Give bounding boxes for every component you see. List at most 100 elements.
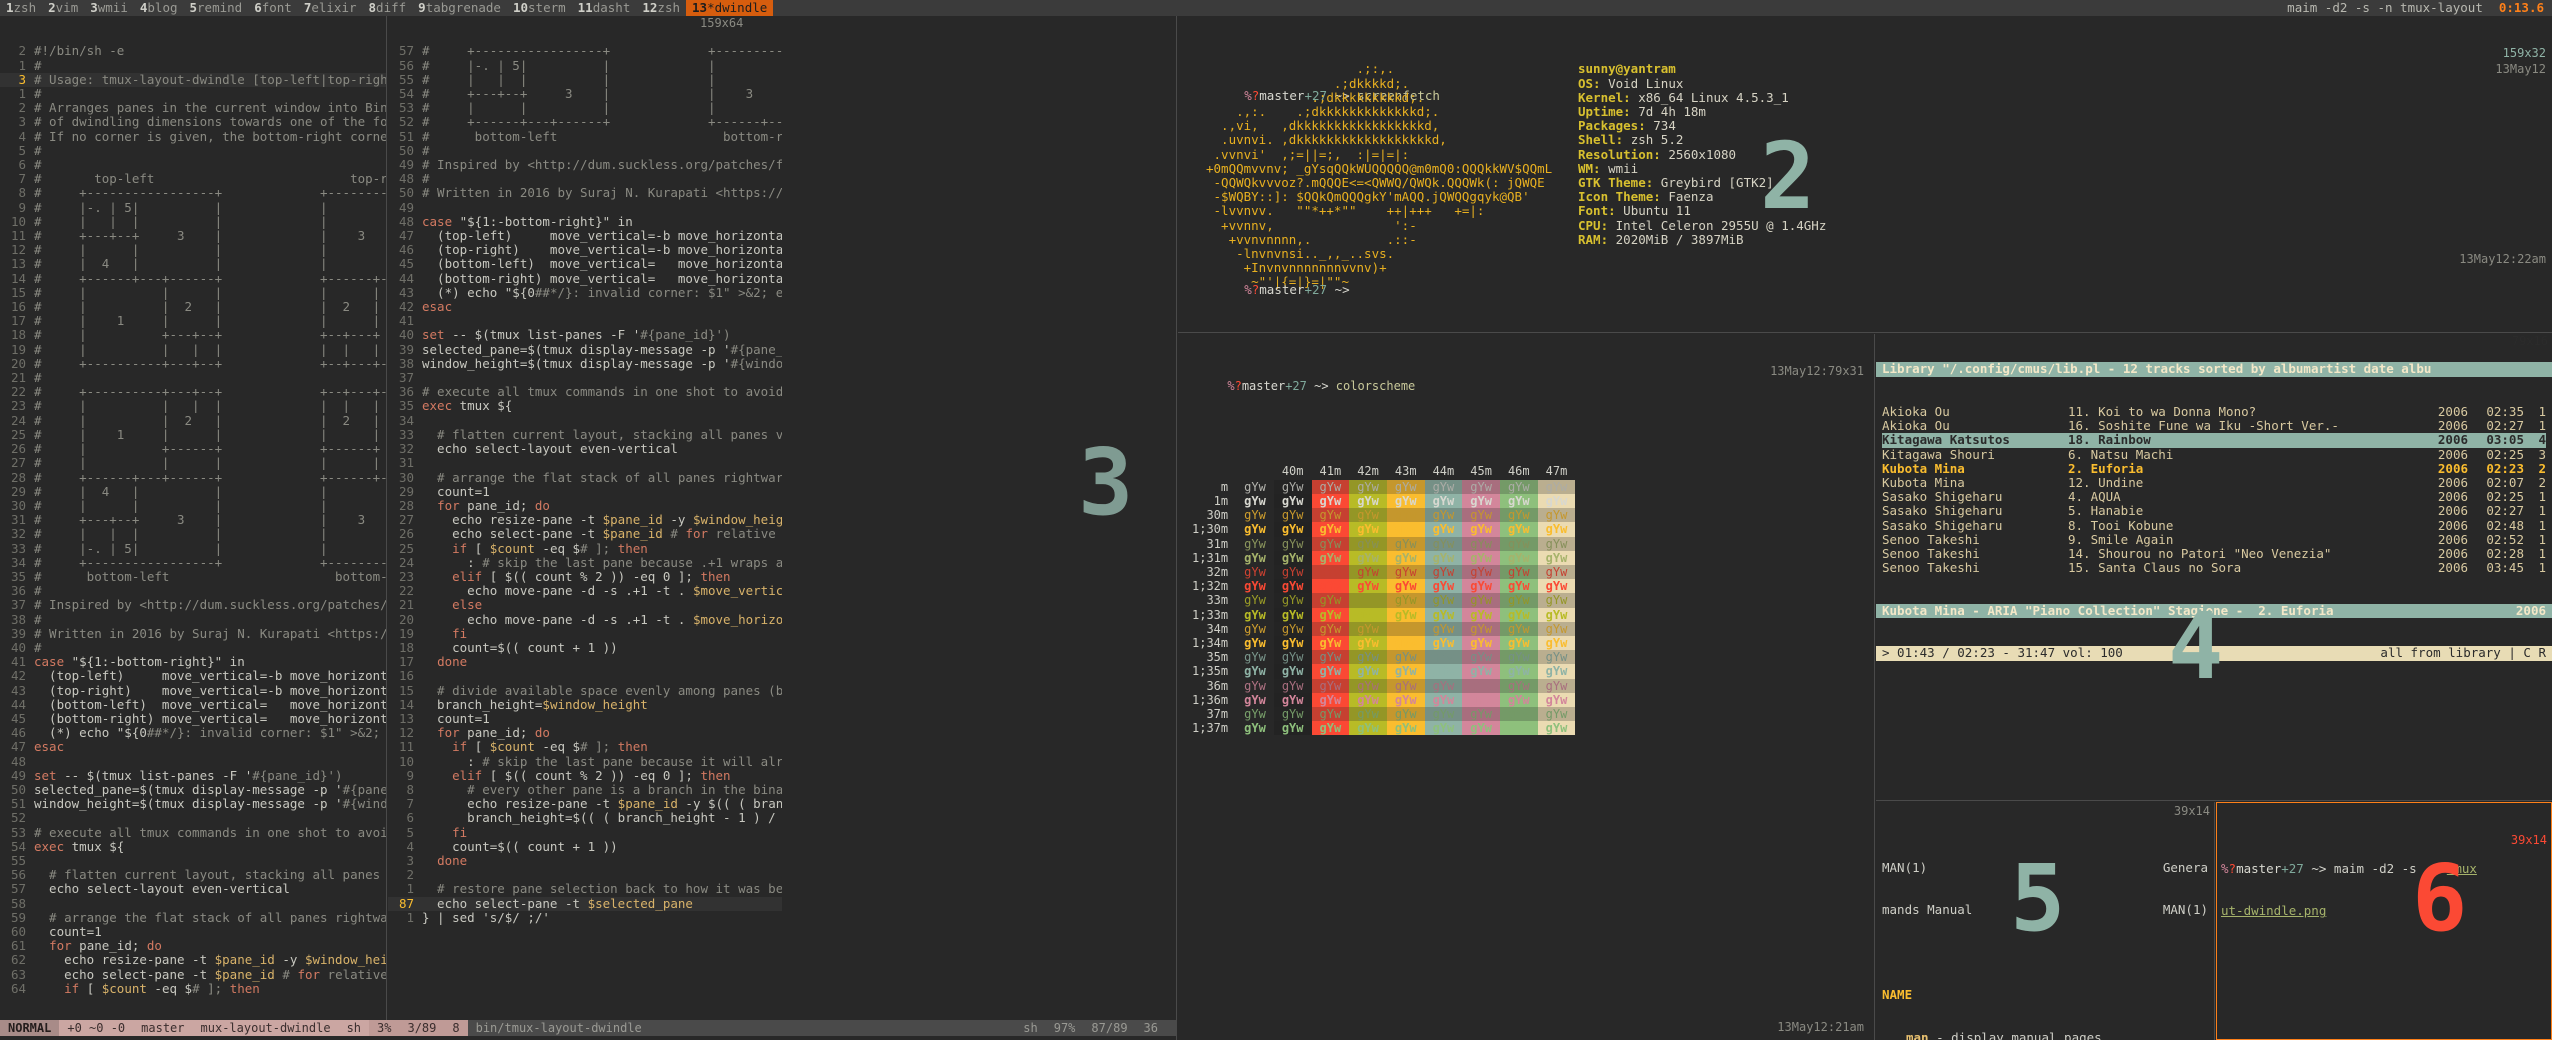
vim-line-number: 42	[10, 668, 26, 684]
tmux-window-1[interactable]: 1zsh	[0, 0, 42, 16]
colorscheme-cell: gYw	[1349, 565, 1387, 580]
tmux-status-bar[interactable]: 1zsh 2vim 3wmii 4blog 5remind 6font 7eli…	[0, 0, 2552, 16]
tmux-window-10[interactable]: 10sterm	[507, 0, 572, 16]
pane-number-watermark-3: 3	[1078, 429, 1134, 536]
cmus-track-list[interactable]: Akioka Ou 11. Koi to wa Donna Mono? 2006 02…	[1876, 404, 2552, 575]
vim-line: 19 fi	[388, 626, 782, 641]
vim-line: 51 # bottom-left bottom-right	[388, 129, 782, 144]
colorscheme-cell: gYw	[1386, 522, 1425, 537]
cmus-track-row[interactable]: Kubota Mina 2. Euforia 2006 02:23 2	[1882, 461, 2546, 476]
vim-line: 45 (bottom-right) move_vertical= move_ho…	[0, 711, 386, 726]
pane-screenfetch[interactable]: %?master+27 ~> screenfetch .;:,. .;dkkkk…	[1178, 16, 2552, 332]
vim-line: 55	[0, 853, 386, 868]
vim-line-number: 18	[398, 639, 414, 655]
pane-separator-5[interactable]	[1876, 800, 2552, 801]
pane-vim-left[interactable]: 2 #!/bin/sh -e 1 #3 # Usage: tmux-layout-dwi…	[0, 16, 386, 1020]
cmus-track-duration: 02:48	[2486, 517, 2524, 533]
vim-line: 49 # Inspired by <http://dum.suckless.org…	[388, 157, 782, 173]
vim-line-number: 15	[10, 284, 26, 300]
tmux-window-8[interactable]: 8diff	[363, 0, 413, 16]
cmus-track-row[interactable]: Senoo Takeshi 9. Smile Again 2006 02:52 1	[1882, 531, 2546, 547]
tmux-window-3[interactable]: 3wmii	[84, 0, 134, 16]
vim-line-number: 58	[10, 895, 26, 911]
vim-line-number: 7	[406, 796, 414, 812]
vim-line-number: 43	[10, 682, 26, 698]
colorscheme-cell: gYw	[1537, 479, 1576, 495]
colorscheme-cell: gYw	[1462, 479, 1500, 495]
colorscheme-cell: gYw	[1311, 707, 1350, 722]
pane-cmus[interactable]: Library "/.config/cmus/lib.pl - 12 track…	[1876, 334, 2552, 800]
vim-line-number: 8	[406, 781, 414, 797]
vim-line-number: 49	[398, 157, 414, 173]
colorscheme-row: 1;36m gYw gYw gYw gYw gYw gYw gYw gYw gYw	[1184, 692, 1576, 708]
pane-maim-active[interactable]: %?master+27 ~> maim -d2 -s -n tmux ut-dw…	[2216, 802, 2552, 1040]
tmux-window-4[interactable]: 4blog	[134, 0, 184, 16]
cmus-track-year: 2006	[2437, 503, 2468, 519]
vim-line: 21 #	[0, 370, 386, 386]
cmus-track-row[interactable]: Sasako Shigeharu 4. AQUA 2006 02:25 1	[1882, 490, 2546, 504]
colorscheme-cell: gYw	[1462, 607, 1500, 622]
colorscheme-cell: gYw	[1424, 621, 1463, 637]
cmus-track-row[interactable]: Kubota Mina 12. Undine 2006 02:07 2	[1882, 475, 2546, 490]
vim-line: 46 (*) echo "${0##*/}: invalid corner: $…	[0, 725, 386, 740]
tmux-window-2[interactable]: 2vim	[42, 0, 84, 16]
cmus-track-artist: Kitagawa Katsutos	[1882, 433, 2010, 448]
cmus-track-row[interactable]: Akioka Ou 16. Soshite Fune wa Iku -Short …	[1882, 419, 2546, 433]
colorscheme-col-header: 47m	[1545, 463, 1568, 478]
cmus-track-row[interactable]: Kitagawa Katsutos 18. Rainbow 2006 03:05 4	[1882, 433, 2546, 448]
vim-line-number: 10	[10, 213, 26, 229]
cmus-track-row[interactable]: Kitagawa Shouri 6. Natsu Machi 2006 02:25 3	[1882, 447, 2546, 462]
tmux-window-12[interactable]: 12zsh	[636, 0, 686, 16]
vim-line-number: 7	[18, 171, 26, 187]
cmus-track-row[interactable]: Senoo Takeshi 14. Shourou no Patori "Neo …	[1882, 546, 2546, 562]
colorscheme-cell: gYw	[1537, 707, 1576, 722]
cmus-track-duration: 02:52	[2486, 531, 2524, 547]
pane-separator-6[interactable]	[2214, 802, 2215, 1040]
fetch-row: RAM: 2020MiB / 3897MiB	[1578, 231, 1744, 247]
colorscheme-cell: gYw	[1311, 621, 1350, 637]
colorscheme-cell: gYw	[1386, 579, 1425, 594]
colorscheme-cell: gYw	[1273, 664, 1312, 679]
colorscheme-cell: gYw	[1462, 678, 1500, 693]
cmus-track-artist: Senoo Takeshi	[1882, 547, 1980, 562]
vim-line: 40 set -- $(tmux list-panes -F '#{pane_id…	[388, 328, 782, 342]
vim-line-number: 21	[10, 370, 26, 386]
vim-line-number: 31	[398, 455, 414, 471]
pane-separator-1[interactable]	[386, 16, 387, 1020]
vim-line-number: 17	[10, 313, 26, 329]
vim-line: 50 #	[388, 143, 782, 158]
void-linux-ascii-logo: .;:,. .;dkkkkd;. .;dkkkkkkkkkd;. .,:. .;…	[1206, 61, 1553, 290]
vim-line-number: 51	[10, 796, 26, 812]
pane-separator-2[interactable]	[1176, 16, 1177, 1040]
vim-buffer-right[interactable]: 57# +-----------------+ +---------------…	[388, 44, 782, 925]
pane-separator-4[interactable]	[1874, 334, 1875, 1040]
pane-vim-right[interactable]: 57# +-----------------+ +---------------…	[388, 16, 782, 1020]
vim-line: 10 : # skip the last pane because it wil…	[388, 753, 782, 769]
vim-line-number: 10	[398, 753, 414, 769]
pane-colorscheme[interactable]: %?master+27 ~> colorscheme 13May12:79x31…	[1178, 334, 1874, 1040]
tmux-window-6[interactable]: 6font	[248, 0, 298, 16]
cmus-track-row[interactable]: Senoo Takeshi 15. Santa Claus no Sora 2006…	[1882, 561, 2546, 575]
tmux-window-11[interactable]: 11dasht	[572, 0, 637, 16]
cmus-track-row[interactable]: Akioka Ou 11. Koi to wa Donna Mono? 2006 02…	[1882, 404, 2546, 419]
vim-line-number: 29	[10, 483, 26, 499]
colorscheme-cell: gYw	[1424, 607, 1463, 622]
tmux-window-5[interactable]: 5remind	[184, 0, 249, 16]
vim-line: 4 # If no corner is given, the bottom-rig…	[0, 129, 386, 144]
tmux-window-7[interactable]: 7elixir	[298, 0, 363, 16]
cmus-track-row[interactable]: Sasako Shigeharu 5. Hanabie 2006 02:27 1	[1882, 504, 2546, 518]
tmux-window-13-active[interactable]: 13*dwindle	[686, 0, 774, 16]
pane-separator-3[interactable]	[1178, 332, 2552, 333]
vim-line: 38 window_height=$(tmux display-message -…	[388, 356, 782, 371]
vim-buffer-left[interactable]: 2 #!/bin/sh -e 1 #3 # Usage: tmux-layout-dwi…	[0, 44, 386, 996]
tmux-window-9[interactable]: 9tabgrenade	[412, 0, 507, 16]
cmus-track-row[interactable]: Sasako Shigeharu 8. Tooi Kobune 2006 02:48 1	[1882, 517, 2546, 533]
pane-4-clock: 13May12:79x31	[1770, 364, 1864, 379]
colorscheme-cell: gYw	[1424, 508, 1463, 523]
colorscheme-row: 1;34m gYw gYw gYw gYw gYw gYw gYw gYw gYw	[1184, 636, 1576, 651]
vim-line: 16	[388, 669, 782, 683]
colorscheme-cell: gYw	[1499, 692, 1538, 708]
maim-file-part2: ut-dwindle.png	[2221, 903, 2327, 919]
colorscheme-row: m gYw gYw gYw gYw gYw gYw gYw gYw gYw	[1184, 479, 1576, 495]
vim-percent: 3%	[369, 1020, 400, 1036]
